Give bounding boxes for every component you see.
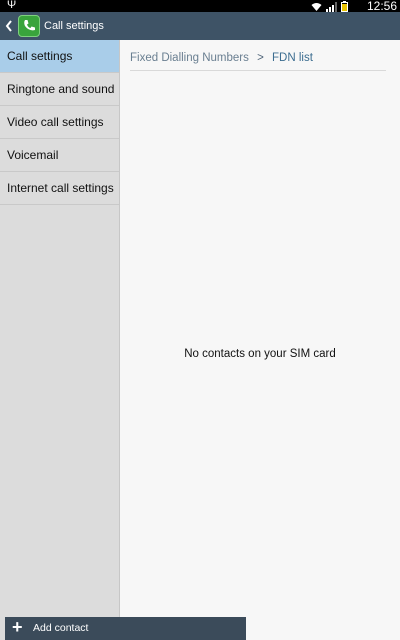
phone-glyph-icon: [24, 20, 35, 31]
phone-icon[interactable]: [18, 15, 40, 37]
battery-icon: [341, 1, 348, 12]
plus-icon: +: [12, 617, 23, 637]
breadcrumb-fdn-list[interactable]: FDN list: [272, 52, 313, 64]
empty-state-message: No contacts on your SIM card: [184, 348, 336, 360]
breadcrumb-fixed-dialling-numbers[interactable]: Fixed Dialling Numbers: [130, 52, 249, 64]
sidebar-item-ringtone-and-sound[interactable]: Ringtone and sound: [0, 73, 119, 106]
sidebar-item-call-settings[interactable]: Call settings: [0, 40, 119, 73]
sidebar-item-voicemail[interactable]: Voicemail: [0, 139, 119, 172]
breadcrumb-separator: >: [257, 52, 264, 64]
signal-icon: [326, 2, 337, 12]
sidebar-item-video-call-settings[interactable]: Video call settings: [0, 106, 119, 139]
page-title: Call settings: [44, 20, 104, 32]
status-bar: Ψ 12:56: [0, 0, 400, 13]
usb-icon: Ψ: [7, 0, 17, 11]
breadcrumb: Fixed Dialling Numbers > FDN list: [130, 50, 386, 71]
wifi-icon: [311, 3, 322, 11]
sidebar-item-internet-call-settings[interactable]: Internet call settings: [0, 172, 119, 205]
add-contact-label: Add contact: [33, 622, 89, 634]
add-contact-button[interactable]: + Add contact: [5, 617, 246, 640]
main-content: Fixed Dialling Numbers > FDN list No con…: [120, 40, 400, 640]
chevron-left-icon[interactable]: [3, 18, 15, 34]
sidebar: Call settings Ringtone and sound Video c…: [0, 40, 120, 640]
action-bar: Call settings: [0, 12, 400, 40]
status-icons: [311, 1, 348, 12]
